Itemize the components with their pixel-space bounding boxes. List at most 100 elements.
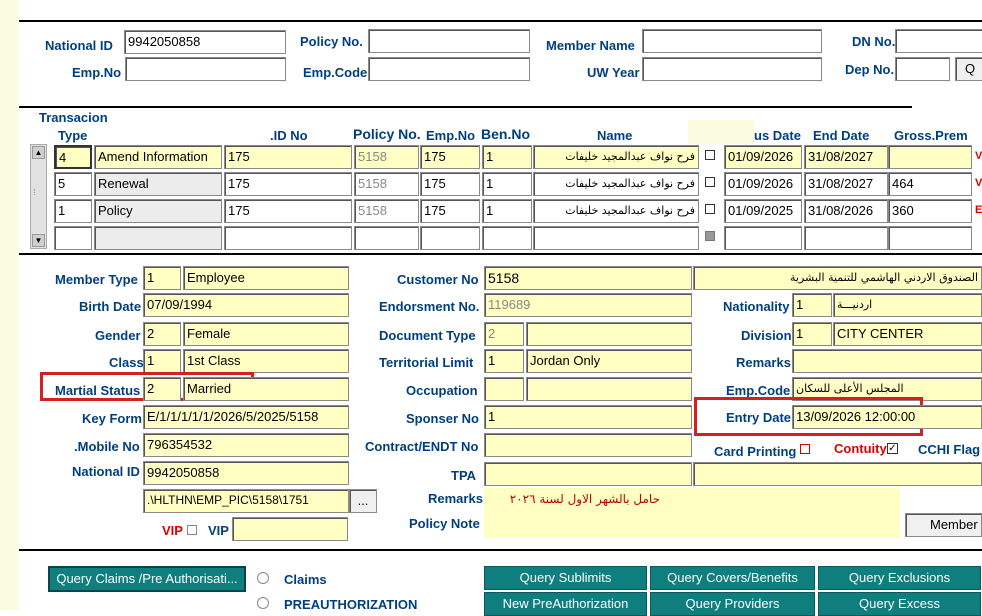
row4-emp-no[interactable] <box>420 226 480 250</box>
right-remarks-field[interactable] <box>792 349 982 373</box>
occupation-name[interactable] <box>526 377 692 401</box>
dep-no-search-input[interactable] <box>895 57 950 81</box>
row2-id-no[interactable]: 175 <box>224 172 352 196</box>
class-name[interactable]: 1st Class <box>183 349 349 373</box>
territorial-limit-code[interactable]: 1 <box>484 349 524 373</box>
class-code[interactable]: 1 <box>143 349 181 373</box>
row3-id-no[interactable]: 175 <box>224 199 352 223</box>
uw-year-search-input[interactable] <box>642 57 822 81</box>
dn-no-search-input[interactable] <box>895 29 982 53</box>
policy-no-label: Policy No. <box>300 34 363 49</box>
row2-type-no[interactable]: 5 <box>54 172 92 196</box>
browse-photo-button[interactable]: ... <box>349 489 377 513</box>
member-type-name[interactable]: Employee <box>183 266 349 290</box>
mobile-field[interactable]: 796354532 <box>143 433 349 457</box>
photo-path-field[interactable]: .\HLTHN\EMP_PIC\5158\1751 <box>143 489 349 513</box>
territorial-limit-name[interactable]: Jordan Only <box>526 349 692 373</box>
preauthorization-radio[interactable] <box>257 597 269 609</box>
row3-gross-prem[interactable]: 360 <box>888 199 972 223</box>
customer-name-field[interactable]: الصندوق الاردني الهاشمي للتنمية البشرية <box>693 266 982 290</box>
query-claims-button[interactable]: Query Claims /Pre Authorisati... <box>48 566 246 592</box>
tpa-name-field[interactable] <box>693 462 982 486</box>
row1-emp-no[interactable]: 175 <box>420 145 480 169</box>
occupation-code[interactable] <box>484 377 524 401</box>
row1-gross-prem[interactable] <box>888 145 972 169</box>
gender-name[interactable]: Female <box>183 322 349 346</box>
row4-type-no[interactable] <box>54 226 92 250</box>
row1-type-name[interactable]: Amend Information <box>94 145 222 169</box>
national-id-search-input[interactable]: 9942050858 <box>124 30 286 54</box>
row2-emp-no[interactable]: 175 <box>420 172 480 196</box>
nationality-name[interactable]: اردنيـــة <box>833 293 982 317</box>
row3-ben-no[interactable]: 1 <box>482 199 532 223</box>
row4-from-date[interactable] <box>724 226 802 250</box>
vip-field[interactable] <box>232 517 348 541</box>
division-name[interactable]: CITY CENTER <box>833 322 982 346</box>
row3-type-no[interactable]: 1 <box>54 199 92 223</box>
claims-radio[interactable] <box>257 572 269 584</box>
vip-red-checkbox[interactable] <box>187 525 197 535</box>
row1-end-date[interactable]: 31/08/2027 <box>804 145 888 169</box>
member-info-button[interactable]: Member I <box>905 513 982 537</box>
row1-type-no[interactable]: 4 <box>54 145 92 169</box>
scroll-grip-icon[interactable]: ⁞ <box>33 187 36 197</box>
member-national-id-field[interactable]: 9942050858 <box>143 461 349 485</box>
query-button[interactable]: Q <box>955 57 982 81</box>
query-exclusions-button[interactable]: Query Exclusions <box>818 566 981 590</box>
tpa-field[interactable] <box>484 462 692 486</box>
row1-from-date[interactable]: 01/09/2026 <box>724 145 802 169</box>
document-type-name[interactable] <box>526 322 692 346</box>
row1-name[interactable]: فرح نواف عبدالمجيد خليفات <box>533 145 699 169</box>
row4-gross-prem[interactable] <box>888 226 972 250</box>
query-covers-button[interactable]: Query Covers/Benefits <box>650 566 815 590</box>
emp-no-search-input[interactable] <box>125 57 286 81</box>
birth-date-field[interactable]: 07/09/1994 <box>143 293 349 317</box>
remarks-area[interactable]: حامل بالشهر الاول لسنة ٢٠٢٦ <box>484 488 900 538</box>
marital-status-code[interactable]: 2 <box>143 377 181 401</box>
gender-code[interactable]: 2 <box>143 322 181 346</box>
query-providers-button[interactable]: Query Providers <box>650 592 815 616</box>
row4-ben-no[interactable] <box>482 226 532 250</box>
row4-checkbox[interactable] <box>705 231 715 241</box>
marital-status-name[interactable]: Married <box>183 377 349 401</box>
row3-end-date[interactable]: 31/08/2026 <box>804 199 888 223</box>
query-excess-button[interactable]: Query Excess <box>818 592 981 616</box>
scroll-down-icon[interactable]: ▼ <box>32 234 45 247</box>
row3-from-date[interactable]: 01/09/2025 <box>724 199 802 223</box>
query-sublimits-button[interactable]: Query Sublimits <box>484 566 647 590</box>
member-name-search-input[interactable] <box>642 29 822 53</box>
row1-id-no[interactable]: 175 <box>224 145 352 169</box>
row4-name[interactable] <box>533 226 699 250</box>
sponser-no-field[interactable]: 1 <box>484 405 692 429</box>
row4-type-name[interactable] <box>94 226 222 250</box>
row3-emp-no[interactable]: 175 <box>420 199 480 223</box>
entry-date-field[interactable]: 13/09/2026 12:00:00 <box>792 405 982 429</box>
contract-endt-field[interactable] <box>484 433 692 457</box>
customer-no-field[interactable]: 5158 <box>484 266 692 290</box>
card-printing-checkbox[interactable] <box>800 444 810 454</box>
row3-checkbox[interactable] <box>705 204 715 214</box>
row2-end-date[interactable]: 31/08/2027 <box>804 172 888 196</box>
row2-from-date[interactable]: 01/09/2026 <box>724 172 802 196</box>
new-preauthorization-button[interactable]: New PreAuthorization <box>484 592 647 616</box>
member-type-code[interactable]: 1 <box>143 266 181 290</box>
row2-gross-prem[interactable]: 464 <box>888 172 972 196</box>
row1-ben-no[interactable]: 1 <box>482 145 532 169</box>
row4-id-no[interactable] <box>224 226 352 250</box>
row2-ben-no[interactable]: 1 <box>482 172 532 196</box>
nationality-code[interactable]: 1 <box>792 293 832 317</box>
row1-checkbox[interactable] <box>705 150 715 160</box>
row2-type-name[interactable]: Renewal <box>94 172 222 196</box>
row3-type-name[interactable]: Policy <box>94 199 222 223</box>
row2-name[interactable]: فرح نواف عبدالمجيد خليفات <box>533 172 699 196</box>
key-form-field[interactable]: E/1/1/1/1/1/2026/5/2025/5158 <box>143 405 349 429</box>
contuity-checkbox[interactable]: ✓ <box>887 443 898 454</box>
row2-checkbox[interactable] <box>705 177 715 187</box>
scroll-up-icon[interactable]: ▲ <box>32 146 45 159</box>
division-code[interactable]: 1 <box>792 322 832 346</box>
emp-code-search-input[interactable] <box>368 57 530 81</box>
row4-end-date[interactable] <box>804 226 888 250</box>
transactions-scrollbar[interactable]: ▲ ⁞ ▼ <box>30 144 47 249</box>
policy-no-search-input[interactable] <box>368 29 530 53</box>
row3-name[interactable]: فرح نواف عبدالمجيد خليفات <box>533 199 699 223</box>
